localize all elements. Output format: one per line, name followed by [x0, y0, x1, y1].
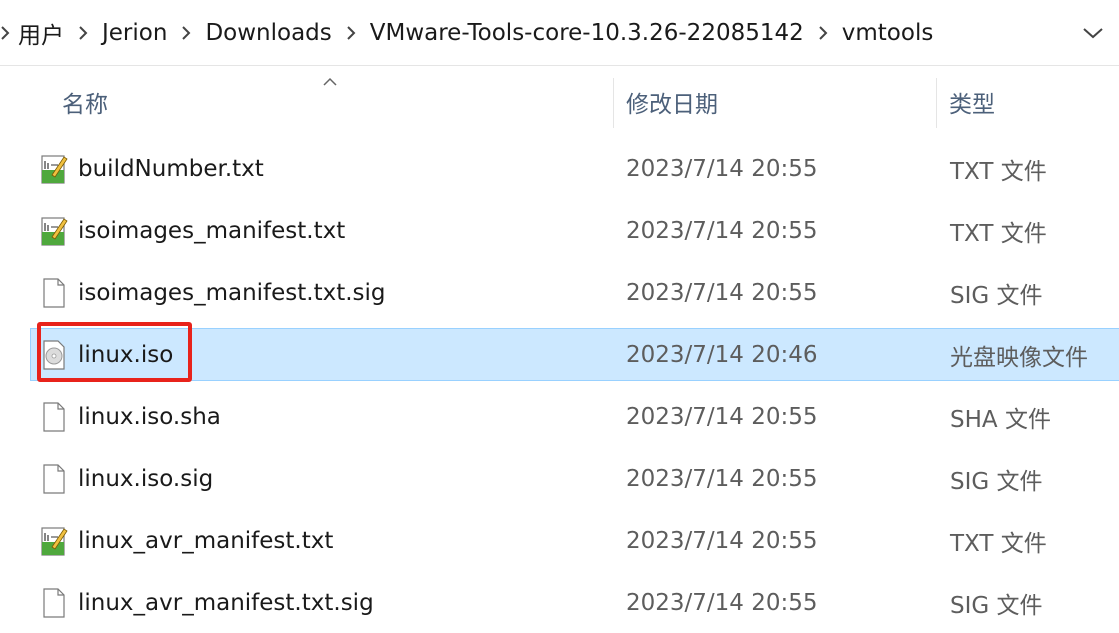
file-date-modified: 2023/7/14 20:55: [626, 590, 818, 616]
column-header-date-modified[interactable]: 修改日期: [614, 76, 936, 128]
text-file-icon: [40, 215, 68, 247]
text-file-icon: [40, 153, 68, 185]
file-type: TXT 文件: [950, 531, 1047, 557]
file-name: linux_avr_manifest.txt: [78, 528, 334, 554]
file-date-modified: 2023/7/14 20:55: [626, 528, 818, 554]
file-date-modified: 2023/7/14 20:55: [626, 156, 818, 182]
breadcrumb-item-vmtools[interactable]: vmtools: [838, 20, 938, 46]
address-bar[interactable]: 用户 Jerion Downloads VMware-Tools-core-10…: [0, 0, 1119, 66]
file-date-modified: 2023/7/14 20:55: [626, 218, 818, 244]
file-name: linux.iso: [78, 342, 174, 368]
breadcrumb: 用户 Jerion Downloads VMware-Tools-core-10…: [0, 0, 937, 66]
file-row[interactable]: linux.iso.sha 2023/7/14 20:55 SHA 文件: [0, 386, 1119, 448]
file-row[interactable]: linux_avr_manifest.txt 2023/7/14 20:55 T…: [0, 510, 1119, 572]
file-type: SIG 文件: [950, 593, 1043, 619]
file-date-modified: 2023/7/14 20:55: [626, 280, 818, 306]
file-name: linux.iso.sig: [78, 466, 214, 492]
file-type: SIG 文件: [950, 283, 1043, 309]
file-type: SIG 文件: [950, 469, 1043, 495]
breadcrumb-overflow-chevron-icon[interactable]: [0, 0, 14, 66]
breadcrumb-item-jerion[interactable]: Jerion: [98, 20, 171, 46]
file-date-modified: 2023/7/14 20:55: [626, 404, 818, 430]
file-type: 光盘映像文件: [950, 345, 1088, 371]
file-type: SHA 文件: [950, 407, 1051, 433]
column-header-name[interactable]: 名称: [30, 76, 612, 128]
chevron-down-icon: [1083, 28, 1103, 39]
blank-file-icon: [40, 277, 68, 309]
disc-image-icon: [40, 339, 68, 371]
breadcrumb-item-downloads[interactable]: Downloads: [201, 20, 335, 46]
file-name: linux_avr_manifest.txt.sig: [78, 590, 374, 616]
breadcrumb-separator-chevron-icon[interactable]: [68, 0, 98, 66]
text-file-icon: [40, 525, 68, 557]
column-header-row: 名称 修改日期 类型: [0, 66, 1119, 138]
file-name: buildNumber.txt: [78, 156, 264, 182]
file-date-modified: 2023/7/14 20:46: [626, 342, 818, 368]
blank-file-icon: [40, 463, 68, 495]
file-name: isoimages_manifest.txt.sig: [78, 280, 386, 306]
file-date-modified: 2023/7/14 20:55: [626, 466, 818, 492]
file-row[interactable]: linux_avr_manifest.txt.sig 2023/7/14 20:…: [0, 572, 1119, 633]
file-row[interactable]: buildNumber.txt 2023/7/14 20:55 TXT 文件: [0, 138, 1119, 200]
file-list: buildNumber.txt 2023/7/14 20:55 TXT 文件 i…: [0, 138, 1119, 633]
file-name: isoimages_manifest.txt: [78, 218, 346, 244]
breadcrumb-separator-chevron-icon[interactable]: [808, 0, 838, 66]
breadcrumb-item-users[interactable]: 用户: [14, 16, 68, 50]
blank-file-icon: [40, 401, 68, 433]
breadcrumb-separator-chevron-icon[interactable]: [171, 0, 201, 66]
file-type: TXT 文件: [950, 221, 1047, 247]
column-header-type[interactable]: 类型: [937, 76, 1119, 128]
file-row-selected[interactable]: linux.iso 2023/7/14 20:46 光盘映像文件: [0, 324, 1119, 386]
file-name: linux.iso.sha: [78, 404, 221, 430]
file-type: TXT 文件: [950, 159, 1047, 185]
file-row[interactable]: isoimages_manifest.txt.sig 2023/7/14 20:…: [0, 262, 1119, 324]
file-row[interactable]: isoimages_manifest.txt 2023/7/14 20:55 T…: [0, 200, 1119, 262]
address-history-dropdown-button[interactable]: [1077, 17, 1109, 49]
file-explorer-window: 用户 Jerion Downloads VMware-Tools-core-10…: [0, 0, 1119, 633]
blank-file-icon: [40, 587, 68, 619]
file-row[interactable]: linux.iso.sig 2023/7/14 20:55 SIG 文件: [0, 448, 1119, 510]
breadcrumb-separator-chevron-icon[interactable]: [336, 0, 366, 66]
breadcrumb-item-vmware-tools-core[interactable]: VMware-Tools-core-10.3.26-22085142: [366, 20, 808, 46]
